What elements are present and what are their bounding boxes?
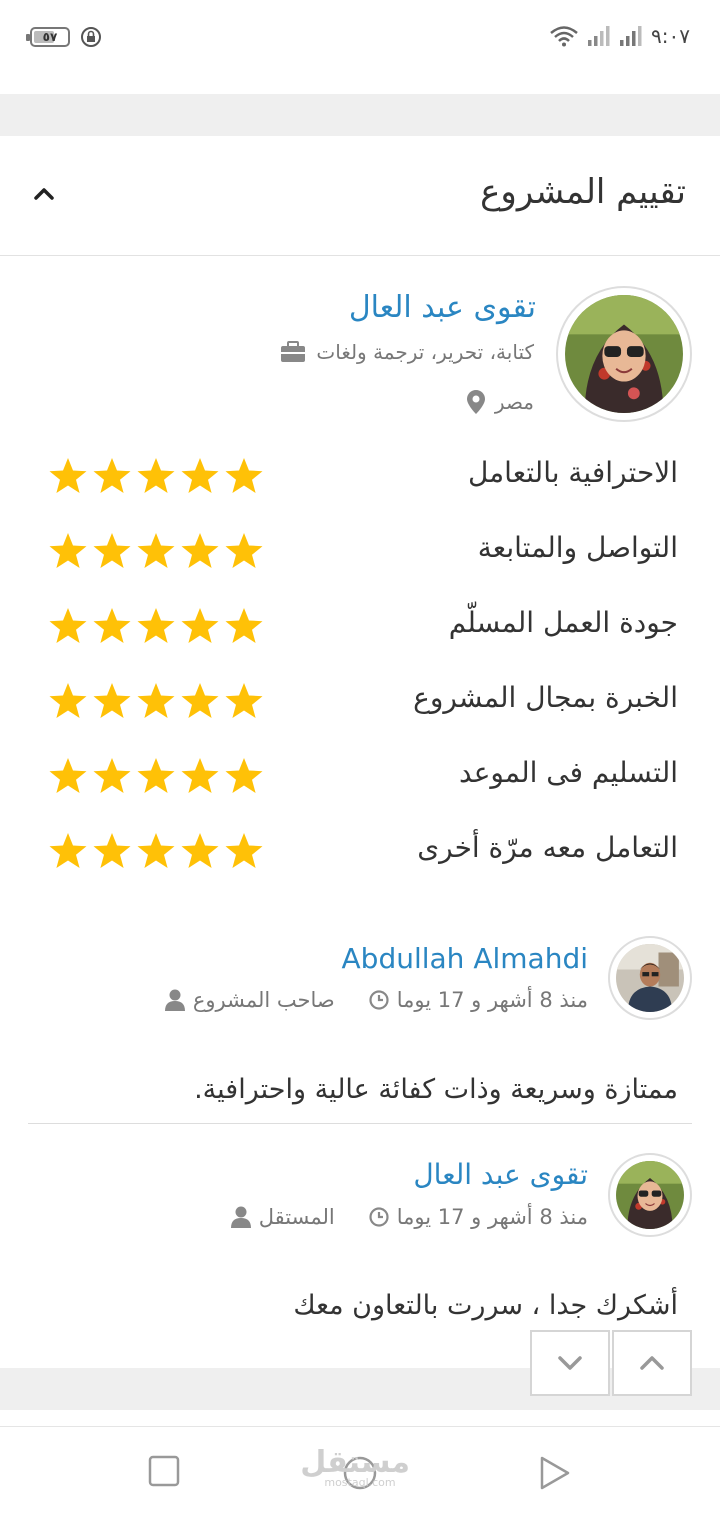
rating-label: التواصل والمتابعة [477, 531, 678, 564]
star-icon [137, 533, 175, 568]
watermark-domain: mostaql.com [324, 1476, 396, 1489]
system-nav-bar: مستقل mostaql.com [0, 1426, 720, 1520]
user-icon [230, 1206, 251, 1228]
review-time: منذ 8 أشهر و 17 يوما [396, 988, 588, 1012]
star-icon [93, 533, 131, 568]
rating-row: الاحترافية بالتعامل [0, 450, 720, 506]
rating-stars [48, 681, 264, 721]
battery-icon: ٥٧ [26, 27, 70, 47]
user-icon [164, 989, 185, 1011]
star-icon [93, 458, 131, 493]
freelancer-country-row: مصر [466, 390, 534, 414]
freelancer-name[interactable]: تقوى عبد العال [349, 290, 536, 325]
section-title: تقييم المشروع [480, 172, 686, 212]
back-button[interactable] [538, 1455, 572, 1491]
rating-row: التواصل والمتابعة [0, 525, 720, 581]
star-icon [93, 608, 131, 643]
star-icon [225, 683, 263, 718]
rating-label: جودة العمل المسلّم [448, 606, 678, 639]
chevron-up-icon[interactable] [30, 180, 58, 208]
recents-button[interactable] [148, 1455, 180, 1487]
star-icon [49, 833, 87, 868]
star-icon [181, 458, 219, 493]
star-icon [93, 683, 131, 718]
reply-meta: المستقل منذ 8 أشهر و 17 يوما [230, 1205, 588, 1229]
reviewer-role: صاحب المشروع [192, 988, 335, 1012]
star-icon [225, 758, 263, 793]
briefcase-icon [281, 341, 306, 362]
scroll-down-button[interactable] [530, 1330, 610, 1396]
battery-level: ٥٧ [42, 30, 58, 44]
star-icon [93, 758, 131, 793]
star-icon [225, 608, 263, 643]
watermark-brand: مستقل [300, 1445, 410, 1480]
star-icon [137, 683, 175, 718]
rating-stars [48, 831, 264, 871]
clock: ٩:٠٧ [651, 24, 690, 48]
rating-stars [48, 756, 264, 796]
star-icon [137, 458, 175, 493]
section-header[interactable]: تقييم المشروع [0, 136, 720, 256]
signal-icon [588, 26, 610, 46]
chevron-down-icon [558, 1356, 582, 1370]
reply-photo [616, 1161, 684, 1229]
rating-stars [48, 606, 264, 646]
rating-stars [48, 456, 264, 496]
rating-label: الخبرة بمجال المشروع [413, 681, 678, 714]
star-icon [137, 758, 175, 793]
freelancer-specialty: كتابة، تحرير، ترجمة ولغات [316, 340, 534, 364]
freelancer-country: مصر [494, 390, 534, 414]
clock-icon [369, 990, 389, 1010]
star-icon [181, 683, 219, 718]
rating-label: الاحترافية بالتعامل [467, 456, 678, 489]
star-icon [181, 833, 219, 868]
star-icon [181, 608, 219, 643]
review-text: ممتازة وسريعة وذات كفائة عالية واحترافية… [194, 1074, 678, 1105]
star-icon [225, 458, 263, 493]
reply-time: منذ 8 أشهر و 17 يوما [396, 1205, 588, 1229]
freelancer-avatar[interactable] [556, 286, 692, 422]
reply-role: المستقل [258, 1205, 335, 1229]
rating-row: جودة العمل المسلّم [0, 600, 720, 656]
reply-avatar[interactable] [608, 1153, 692, 1237]
star-icon [49, 458, 87, 493]
reply-text: أشكرك جدا ، سررت بالتعاون معك [293, 1290, 678, 1321]
rating-row: التسليم فى الموعد [0, 750, 720, 806]
top-band [0, 94, 720, 136]
review-meta: صاحب المشروع منذ 8 أشهر و 17 يوما [164, 988, 588, 1012]
location-pin-icon [466, 390, 485, 414]
rating-row: الخبرة بمجال المشروع [0, 675, 720, 731]
rating-label: التعامل معه مرّة أخرى [417, 831, 678, 864]
reviewer-avatar[interactable] [608, 936, 692, 1020]
star-icon [93, 833, 131, 868]
star-icon [49, 533, 87, 568]
divider [28, 1123, 692, 1124]
reviewer-name[interactable]: Abdullah Almahdi [342, 942, 588, 975]
reply-author-name[interactable]: تقوى عبد العال [413, 1158, 588, 1191]
star-icon [137, 833, 175, 868]
lock-rotation-icon [81, 27, 101, 47]
reviewer-photo [616, 944, 684, 1012]
rating-row: التعامل معه مرّة أخرى [0, 825, 720, 881]
star-icon [49, 758, 87, 793]
scroll-up-button[interactable] [612, 1330, 692, 1396]
star-icon [49, 683, 87, 718]
rating-label: التسليم فى الموعد [459, 756, 678, 789]
wifi-icon [550, 26, 578, 47]
freelancer-specialty-row: كتابة، تحرير، ترجمة ولغات [280, 340, 534, 364]
star-icon [181, 533, 219, 568]
star-icon [225, 833, 263, 868]
status-bar: ٥٧ ٩:٠٧ [0, 0, 720, 80]
star-icon [181, 758, 219, 793]
star-icon [137, 608, 175, 643]
freelancer-photo [565, 295, 683, 413]
star-icon [49, 608, 87, 643]
star-icon [225, 533, 263, 568]
rating-stars [48, 531, 264, 571]
clock-icon [369, 1207, 389, 1227]
chevron-up-icon [640, 1356, 664, 1370]
watermark-logo: مستقل mostaql.com [300, 1445, 410, 1489]
signal-icon-2 [620, 26, 642, 46]
